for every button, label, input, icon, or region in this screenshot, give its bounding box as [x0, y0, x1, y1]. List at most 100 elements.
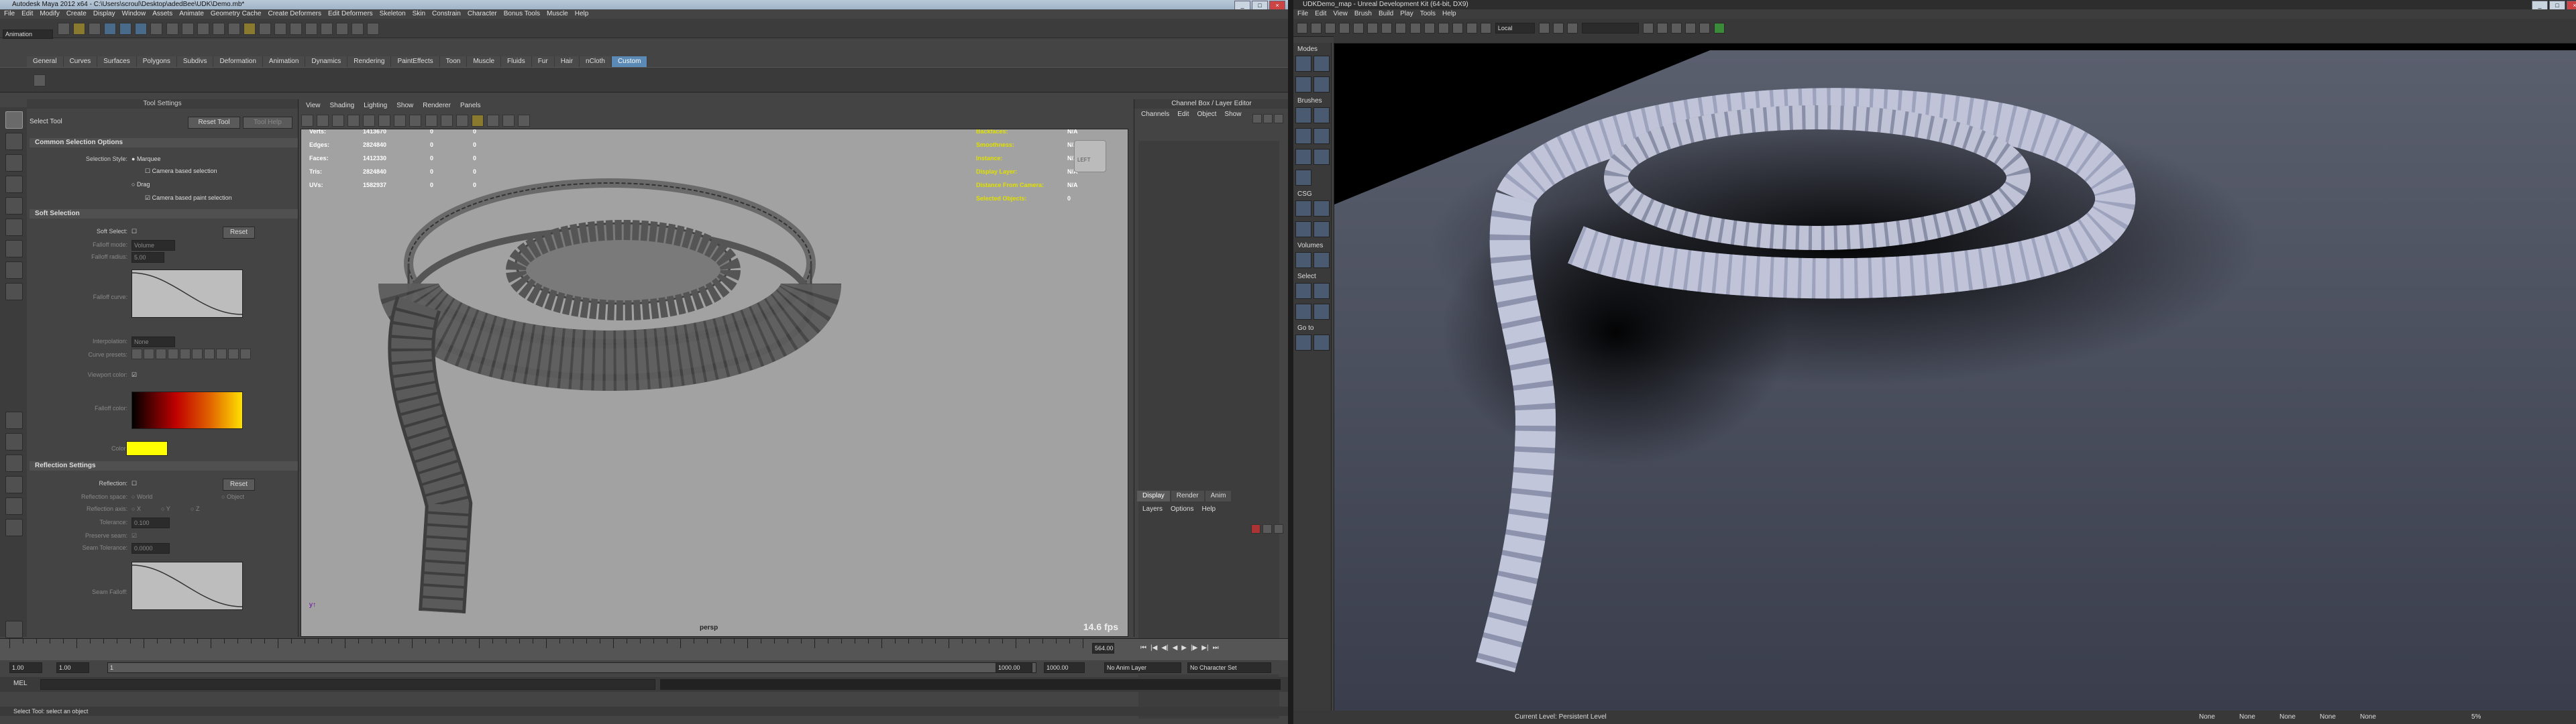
- new-scene-icon[interactable]: [58, 23, 70, 35]
- udk-menu-edit[interactable]: Edit: [1315, 9, 1326, 19]
- menu-create[interactable]: Create: [66, 9, 87, 19]
- playback-end-field[interactable]: 1000.00: [996, 662, 1032, 673]
- persp-outliner-layout-icon[interactable]: [5, 455, 23, 472]
- seam-falloff-curve-graph[interactable]: [131, 562, 243, 610]
- lock-selection-icon[interactable]: [243, 23, 256, 35]
- shelf-tool-icon[interactable]: [34, 74, 46, 86]
- soft-selection-section[interactable]: Soft Selection: [30, 209, 298, 219]
- open-map-icon[interactable]: [1311, 23, 1322, 34]
- coordinate-system-select[interactable]: Local: [1495, 23, 1535, 34]
- interpolation-select[interactable]: None: [131, 337, 175, 347]
- start-time-field[interactable]: 1.00: [9, 662, 42, 673]
- menu-constrain[interactable]: Constrain: [432, 9, 461, 19]
- invert-selection-icon[interactable]: [1295, 304, 1311, 320]
- select-hierarchy-icon[interactable]: [104, 23, 117, 35]
- layer-tab-anim[interactable]: Anim: [1205, 491, 1232, 501]
- sphere-brush-icon[interactable]: [1313, 149, 1330, 165]
- pick-mask-icon[interactable]: [197, 23, 209, 35]
- history-icon[interactable]: [321, 23, 333, 35]
- mesh-paint-icon[interactable]: [1313, 76, 1330, 93]
- curve-preset-icon[interactable]: [156, 349, 166, 359]
- channel-box-tab-channels[interactable]: Channels: [1141, 109, 1169, 121]
- channel-box-tab-object[interactable]: Object: [1197, 109, 1217, 121]
- render-settings-icon[interactable]: [367, 23, 380, 35]
- snap-grid-icon[interactable]: [258, 23, 271, 35]
- snap-point-icon[interactable]: [290, 23, 302, 35]
- shelf-tab-polygons[interactable]: Polygons: [136, 56, 177, 67]
- viewport-menu-panels[interactable]: Panels: [460, 101, 481, 111]
- texture-align-icon[interactable]: [1295, 76, 1311, 93]
- go-to-actor-icon[interactable]: [1313, 335, 1330, 351]
- menu-help[interactable]: Help: [575, 9, 589, 19]
- attribute-editor-toggle-icon[interactable]: [1263, 114, 1273, 123]
- csg-deintersect-icon[interactable]: [1313, 221, 1330, 237]
- move-tool-icon[interactable]: [5, 176, 23, 193]
- scale-nonuniform-icon[interactable]: [1480, 23, 1491, 34]
- go-to-end-icon[interactable]: ⏭: [1213, 644, 1219, 652]
- falloff-radius-field[interactable]: 5.00: [131, 252, 164, 263]
- character-set-select[interactable]: No Character Set: [1187, 662, 1271, 673]
- layer-menu-help[interactable]: Help: [1201, 505, 1216, 513]
- camera-attributes-icon[interactable]: [317, 115, 329, 127]
- reflection-reset-button[interactable]: Reset: [223, 479, 255, 491]
- status-field[interactable]: None: [2320, 711, 2355, 724]
- viewport-menu-view[interactable]: View: [306, 101, 321, 111]
- soft-select-checkbox[interactable]: ☐: [131, 228, 137, 235]
- scale-icon[interactable]: [1466, 23, 1477, 34]
- search-field[interactable]: [1582, 23, 1640, 34]
- shelf-tab-rendering[interactable]: Rendering: [347, 56, 392, 67]
- add-special-icon[interactable]: [1313, 252, 1330, 268]
- shelf-tab-painteffects[interactable]: PaintEffects: [391, 56, 440, 67]
- menu-assets[interactable]: Assets: [152, 9, 172, 19]
- layer-tab-render[interactable]: Render: [1171, 491, 1204, 501]
- open-scene-icon[interactable]: [73, 23, 86, 35]
- falloff-curve-graph[interactable]: [131, 269, 243, 318]
- reflection-axis-y-radio[interactable]: ○ Y: [161, 505, 170, 512]
- redo-icon[interactable]: [1367, 23, 1379, 34]
- render-icon[interactable]: [336, 23, 349, 35]
- camera-based-selection-checkbox[interactable]: ☐ Camera based selection: [145, 168, 217, 175]
- single-view-layout-icon[interactable]: [5, 412, 23, 429]
- udk-menu-file[interactable]: File: [1297, 9, 1308, 19]
- csg-intersect-icon[interactable]: [1295, 221, 1311, 237]
- go-to-start-icon[interactable]: ⏮: [1140, 644, 1146, 652]
- range-slider-bar[interactable]: 1 1000: [107, 662, 1036, 673]
- save-all-icon[interactable]: [1339, 23, 1350, 34]
- new-layer-selected-icon[interactable]: [1274, 524, 1283, 534]
- reset-tool-button[interactable]: Reset Tool: [188, 117, 240, 129]
- cube-brush-icon[interactable]: [1295, 107, 1311, 123]
- camera-mode-icon[interactable]: [1295, 56, 1311, 72]
- udk-menu-view[interactable]: View: [1333, 9, 1348, 19]
- menu-create-deformers[interactable]: Create Deformers: [268, 9, 321, 19]
- command-line-language[interactable]: MEL: [13, 680, 28, 687]
- curve-preset-icon[interactable]: [228, 349, 239, 359]
- status-field[interactable]: None: [2360, 711, 2395, 724]
- menu-muscle[interactable]: Muscle: [547, 9, 568, 19]
- show-selected-icon[interactable]: [1295, 283, 1311, 299]
- new-map-icon[interactable]: [1297, 23, 1307, 34]
- shelf-tab-curves[interactable]: Curves: [63, 56, 98, 67]
- tool-settings-icon[interactable]: [1274, 114, 1283, 123]
- shelf-tab-toon[interactable]: Toon: [439, 56, 468, 67]
- shelf-tab-dynamics[interactable]: Dynamics: [305, 56, 348, 67]
- build-paths-icon[interactable]: [1671, 23, 1682, 34]
- menu-file[interactable]: File: [4, 9, 15, 19]
- translate-icon[interactable]: [1438, 23, 1449, 34]
- minimize-button[interactable]: _: [1234, 1, 1250, 10]
- stairs-brush-icon[interactable]: [1295, 149, 1311, 165]
- content-browser-icon[interactable]: [1538, 23, 1550, 34]
- layer-menu-options[interactable]: Options: [1171, 505, 1193, 513]
- tolerance-field[interactable]: 0.100: [131, 518, 170, 528]
- curve-preset-icon[interactable]: [144, 349, 154, 359]
- reflection-space-object-radio[interactable]: ○ Object: [221, 493, 244, 500]
- curve-preset-icon[interactable]: [240, 349, 251, 359]
- xray-icon[interactable]: [502, 115, 515, 127]
- step-forward-frame-icon[interactable]: |▶: [1191, 644, 1197, 652]
- shelf-tab-general[interactable]: General: [27, 56, 64, 67]
- reflection-checkbox[interactable]: ☐: [131, 480, 137, 487]
- camera-select-icon[interactable]: [301, 115, 313, 127]
- matinee-icon[interactable]: [1567, 23, 1578, 34]
- cut-icon[interactable]: [1381, 23, 1393, 34]
- kismet-icon[interactable]: [1553, 23, 1564, 34]
- status-field[interactable]: None: [2239, 711, 2274, 724]
